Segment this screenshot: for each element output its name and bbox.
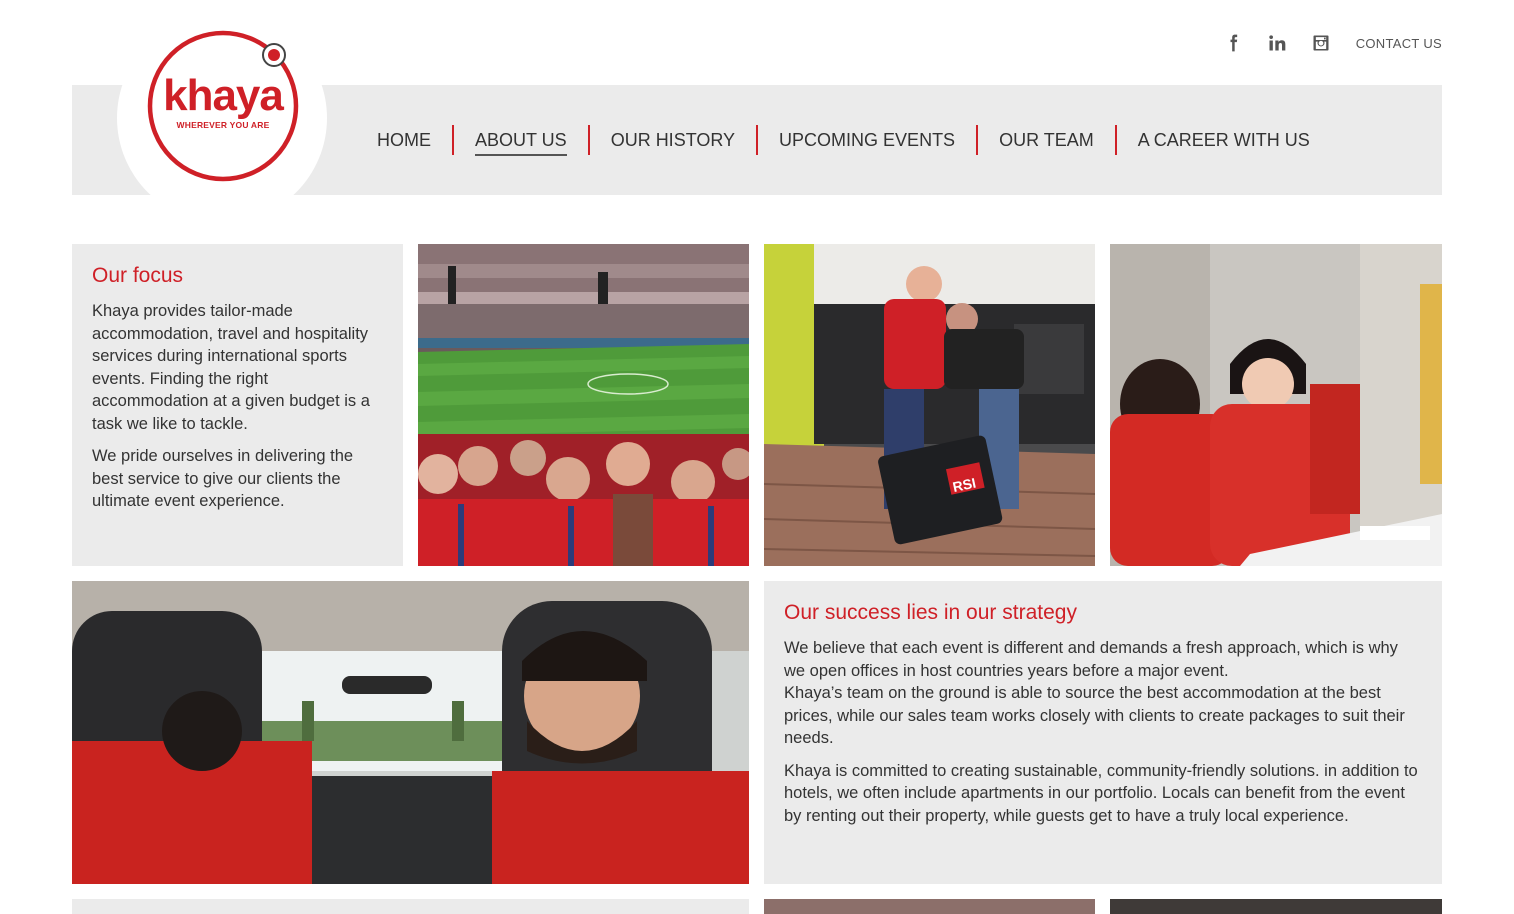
nav-career[interactable]: A CAREER WITH US xyxy=(1117,125,1331,155)
nav-about-us[interactable]: ABOUT US xyxy=(454,125,588,156)
nav-our-team[interactable]: OUR TEAM xyxy=(978,125,1115,155)
focus-panel: Our focus Khaya provides tailor-made acc… xyxy=(72,244,403,566)
facebook-icon[interactable] xyxy=(1222,32,1244,54)
logo[interactable]: khaya xyxy=(150,74,296,118)
luggage-photo: RSI xyxy=(764,244,1095,566)
focus-paragraph-1: Khaya provides tailor-made accommodation… xyxy=(92,302,370,433)
strategy-title: Our success lies in our strategy xyxy=(784,601,1077,624)
contact-us-link[interactable]: CONTACT US xyxy=(1356,36,1442,51)
bottom-photo-partial xyxy=(1110,899,1442,914)
strategy-paragraph-2: Khaya’s team on the ground is able to so… xyxy=(784,684,1405,747)
car-photo xyxy=(72,581,749,884)
nav-upcoming-events[interactable]: UPCOMING EVENTS xyxy=(758,125,976,155)
strategy-paragraph-3: Khaya is committed to creating sustainab… xyxy=(784,761,1418,825)
strategy-paragraph-1: We believe that each event is different … xyxy=(784,639,1398,680)
linkedin-icon[interactable] xyxy=(1266,32,1288,54)
strategy-panel: Our success lies in our strategy We beli… xyxy=(764,581,1442,884)
nav-home[interactable]: HOME xyxy=(356,125,452,155)
instagram-icon[interactable] xyxy=(1310,32,1332,54)
main-nav: HOME ABOUT US OUR HISTORY UPCOMING EVENT… xyxy=(356,125,1331,156)
staff-desk-photo xyxy=(1110,244,1442,566)
focus-title: Our focus xyxy=(92,264,184,287)
bottom-panel-partial xyxy=(72,899,749,914)
nav-our-history[interactable]: OUR HISTORY xyxy=(590,125,756,155)
bottom-photo-partial xyxy=(764,899,1095,914)
stadium-photo xyxy=(418,244,749,566)
social-bar: CONTACT US xyxy=(1200,28,1442,58)
focus-paragraph-2: We pride ourselves in delivering the bes… xyxy=(92,447,354,510)
logo-tagline: WHEREVER YOU ARE xyxy=(176,120,270,130)
